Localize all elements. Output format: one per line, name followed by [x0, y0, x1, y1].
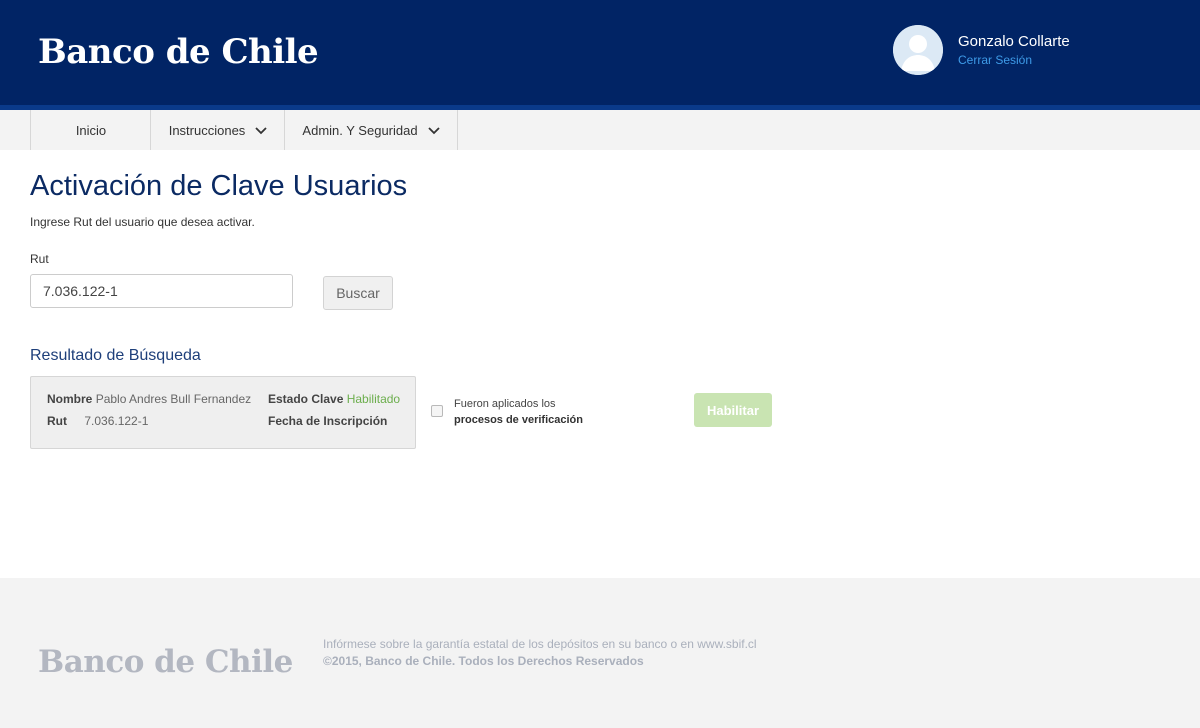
- logout-link[interactable]: Cerrar Sesión: [958, 53, 1032, 67]
- nav-item-label: Inicio: [75, 122, 107, 138]
- page-title: Activación de Clave Usuarios: [30, 170, 408, 202]
- footer-info-text: Infórmese sobre la garantía estatal de l…: [323, 637, 757, 651]
- page-subtitle: Ingrese Rut del usuario que desea activa…: [30, 215, 255, 229]
- result-nombre: Nombre Pablo Andres Bull Fernandez: [47, 392, 251, 406]
- status-badge: Habilitado: [346, 392, 401, 406]
- rut-result-label: Rut: [47, 414, 67, 428]
- rut-input[interactable]: [30, 274, 293, 308]
- user-icon: [893, 25, 943, 75]
- footer: Banco de Chile Infórmese sobre la garant…: [0, 578, 1200, 728]
- footer-copyright: ©2015, Banco de Chile. Todos los Derecho…: [323, 654, 644, 668]
- nav-item-admin-seguridad[interactable]: Admin. Y Seguridad: [284, 110, 458, 150]
- rut-label: Rut: [30, 252, 49, 266]
- nombre-label: Nombre: [47, 392, 93, 406]
- estado-label: Estado Clave: [268, 392, 344, 406]
- chevron-down-icon: [427, 123, 440, 138]
- result-rut: Rut 7.036.122-1: [47, 414, 148, 428]
- header: Banco de Chile Gonzalo Collarte Cerrar S…: [0, 0, 1200, 110]
- verification-checkbox[interactable]: [431, 405, 443, 417]
- nav-item-label: Admin. Y Seguridad: [302, 122, 418, 138]
- main-nav: Inicio Instrucciones Admin. Y Seguridad: [0, 110, 1200, 150]
- result-estado: Estado Clave Habilitado: [268, 392, 400, 406]
- user-name: Gonzalo Collarte: [958, 33, 1070, 50]
- verification-label-line1: Fueron aplicados los: [454, 398, 556, 410]
- results-title: Resultado de Búsqueda: [30, 347, 201, 364]
- enable-button[interactable]: Habilitar: [694, 393, 772, 427]
- rut-result-value: 7.036.122-1: [84, 414, 149, 428]
- nombre-value: Pablo Andres Bull Fernandez: [95, 392, 252, 406]
- nav-item-label: Instrucciones: [168, 122, 246, 138]
- result-card: Nombre Pablo Andres Bull Fernandez Rut 7…: [30, 376, 416, 449]
- nav-item-inicio[interactable]: Inicio: [30, 110, 151, 150]
- footer-logo: Banco de Chile: [38, 644, 293, 680]
- nav-item-instrucciones[interactable]: Instrucciones: [150, 110, 285, 150]
- bank-logo[interactable]: Banco de Chile: [38, 32, 319, 72]
- avatar: [893, 25, 943, 75]
- result-fecha: Fecha de Inscripción: [268, 414, 387, 428]
- verification-label-line2: procesos de verificación: [454, 414, 583, 426]
- fecha-label: Fecha de Inscripción: [268, 414, 388, 428]
- chevron-down-icon: [255, 123, 267, 138]
- search-button[interactable]: Buscar: [323, 276, 393, 310]
